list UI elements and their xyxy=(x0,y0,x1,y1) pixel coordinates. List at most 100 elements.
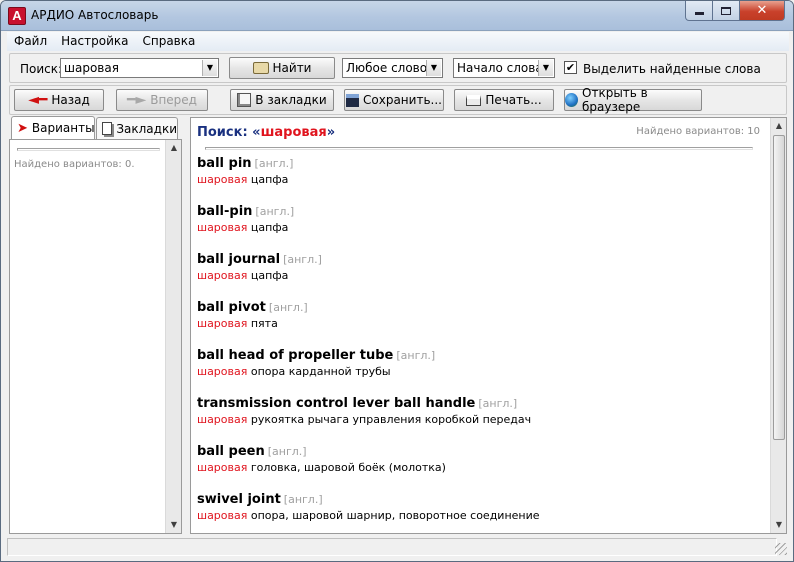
heading-prefix: Поиск: « xyxy=(197,125,261,140)
scroll-down-arrow-icon[interactable]: ▼ xyxy=(166,517,182,533)
highlight-label[interactable]: Выделить найденные слова xyxy=(583,62,761,76)
scroll-up-arrow-icon[interactable]: ▲ xyxy=(771,118,786,134)
entry-lang: [англ.] xyxy=(254,157,294,170)
bookmark-button-label: В закладки xyxy=(255,93,327,107)
entry-term[interactable]: transmission control lever ball handle xyxy=(197,396,475,411)
tab-bookmarks-label: Закладки xyxy=(116,121,177,136)
scroll-up-arrow-icon[interactable]: ▲ xyxy=(166,140,182,156)
entry-highlight: шаровая xyxy=(197,413,248,426)
results-heading: Поиск: «шаровая» xyxy=(197,125,335,140)
highlight-checkbox[interactable]: ✔ xyxy=(564,61,577,74)
menu-bar: Файл Настройка Справка xyxy=(7,32,789,51)
back-button[interactable]: ◄━ Назад xyxy=(14,89,104,111)
globe-icon xyxy=(565,93,579,107)
result-entry[interactable]: ball-pin [англ.] шаровая цапфа xyxy=(197,204,767,252)
entry-highlight: шаровая xyxy=(197,365,248,378)
window-title: АРДИО Автословарь xyxy=(31,8,159,22)
entry-highlight: шаровая xyxy=(197,461,248,474)
bookmark-icon xyxy=(237,93,252,107)
tab-variants[interactable]: ➤ Варианты xyxy=(11,116,95,139)
forward-button[interactable]: ━► Вперед xyxy=(116,89,208,111)
entry-translation: цапфа xyxy=(247,173,289,186)
status-cell xyxy=(7,538,777,556)
result-entry[interactable]: ball peen [англ.] шаровая головка, шарово… xyxy=(197,444,767,492)
entry-highlight: шаровая xyxy=(197,173,248,186)
entry-lang: [англ.] xyxy=(478,397,518,410)
results-found-count: Найдено вариантов: 10 xyxy=(636,126,760,137)
entry-highlight: шаровая xyxy=(197,221,248,234)
variants-arrow-icon: ➤ xyxy=(17,120,28,136)
status-bar xyxy=(7,538,789,557)
search-value: шаровая xyxy=(64,61,119,75)
entry-term[interactable]: ball journal xyxy=(197,252,280,267)
title-bar[interactable]: A АРДИО Автословарь ✕ xyxy=(1,1,793,31)
bookmark-button[interactable]: В закладки xyxy=(230,89,334,111)
open-browser-label: Открыть в браузере xyxy=(582,86,648,114)
save-disk-icon xyxy=(346,93,360,107)
entry-term[interactable]: swivel joint xyxy=(197,492,281,507)
scroll-down-arrow-icon[interactable]: ▼ xyxy=(771,517,786,533)
entry-term[interactable]: ball pin xyxy=(197,156,252,171)
entry-translation: головка, шаровой боёк (молотка) xyxy=(247,461,446,474)
entry-term[interactable]: ball peen xyxy=(197,444,265,459)
entry-term[interactable]: ball-pin xyxy=(197,204,252,219)
menu-file[interactable]: Файл xyxy=(7,32,54,51)
result-entry[interactable]: ball journal [англ.] шаровая цапфа xyxy=(197,252,767,300)
tab-variants-label: Варианты xyxy=(31,121,95,135)
entry-translation: цапфа xyxy=(247,221,289,234)
word-mode-select[interactable]: Любое слово ▼ xyxy=(342,58,443,78)
minimize-icon xyxy=(694,12,704,15)
save-button[interactable]: Сохранить... xyxy=(344,89,444,111)
entry-translation: цапфа xyxy=(247,269,289,282)
entry-lang: [англ.] xyxy=(268,301,308,314)
entry-term[interactable]: ball pivot xyxy=(197,300,266,315)
entry-term[interactable]: ball head of propeller tube xyxy=(197,348,393,363)
print-button[interactable]: Печать... xyxy=(454,89,554,111)
heading-query: шаровая xyxy=(260,125,327,140)
find-button-label: Найти xyxy=(272,61,312,75)
maximize-icon xyxy=(721,6,731,15)
dropdown-arrow-icon[interactable]: ▼ xyxy=(202,60,217,76)
open-browser-button[interactable]: Открыть в браузере xyxy=(564,86,702,114)
back-button-label: Назад xyxy=(51,93,90,107)
position-mode-select[interactable]: Начало слова ▼ xyxy=(453,58,555,78)
close-button[interactable]: ✕ xyxy=(739,1,785,21)
scroll-thumb[interactable] xyxy=(773,135,785,440)
result-entry[interactable]: ball pin [англ.] шаровая цапфа xyxy=(197,156,767,204)
result-entry[interactable]: ball head of propeller tube [англ.] шаров… xyxy=(197,348,767,396)
entry-lang: [англ.] xyxy=(396,349,436,362)
result-entry[interactable]: swivel joint [англ.] шаровая опора, шаров… xyxy=(197,492,767,533)
tab-bookmarks[interactable]: Закладки xyxy=(96,117,178,139)
dropdown-arrow-icon[interactable]: ▼ xyxy=(538,60,553,76)
results-scrollbar[interactable]: ▲ ▼ xyxy=(770,118,786,533)
resize-grip-icon[interactable] xyxy=(775,543,787,555)
entry-highlight: шаровая xyxy=(197,317,248,330)
find-button[interactable]: Найти xyxy=(229,57,335,79)
search-input[interactable]: шаровая ▼ xyxy=(60,58,219,78)
result-entry[interactable]: transmission control lever ball handle [а… xyxy=(197,396,767,444)
forward-button-label: Вперед xyxy=(150,93,197,107)
search-toolbar: Поиск: шаровая ▼ Найти Любое слово ▼ Нач… xyxy=(9,53,787,83)
app-icon[interactable]: A xyxy=(8,7,26,25)
entry-translation: пята xyxy=(247,317,278,330)
variants-list[interactable]: Найдено вариантов: 0. xyxy=(12,142,164,531)
results-panel: Поиск: «шаровая» Найдено вариантов: 10 b… xyxy=(190,117,787,534)
variants-count-text: Найдено вариантов: 0. xyxy=(14,159,135,170)
menu-settings[interactable]: Настройка xyxy=(54,32,135,51)
forward-arrow-icon: ━► xyxy=(127,92,147,108)
dropdown-arrow-icon[interactable]: ▼ xyxy=(426,60,441,76)
menu-help[interactable]: Справка xyxy=(135,32,202,51)
variants-scrollbar[interactable]: ▲ ▼ xyxy=(165,140,181,533)
maximize-button[interactable] xyxy=(712,1,740,21)
close-icon: ✕ xyxy=(756,3,768,18)
bookmarks-pages-icon xyxy=(102,122,113,135)
divider xyxy=(17,148,160,151)
position-mode-value: Начало слова xyxy=(457,61,543,75)
minimize-button[interactable] xyxy=(685,1,713,21)
save-button-label: Сохранить... xyxy=(363,93,442,107)
entry-highlight: шаровая xyxy=(197,509,248,522)
result-entry[interactable]: ball pivot [англ.] шаровая пята xyxy=(197,300,767,348)
checkmark-icon: ✔ xyxy=(565,61,576,74)
heading-suffix: » xyxy=(326,125,336,140)
entry-lang: [англ.] xyxy=(283,493,323,506)
